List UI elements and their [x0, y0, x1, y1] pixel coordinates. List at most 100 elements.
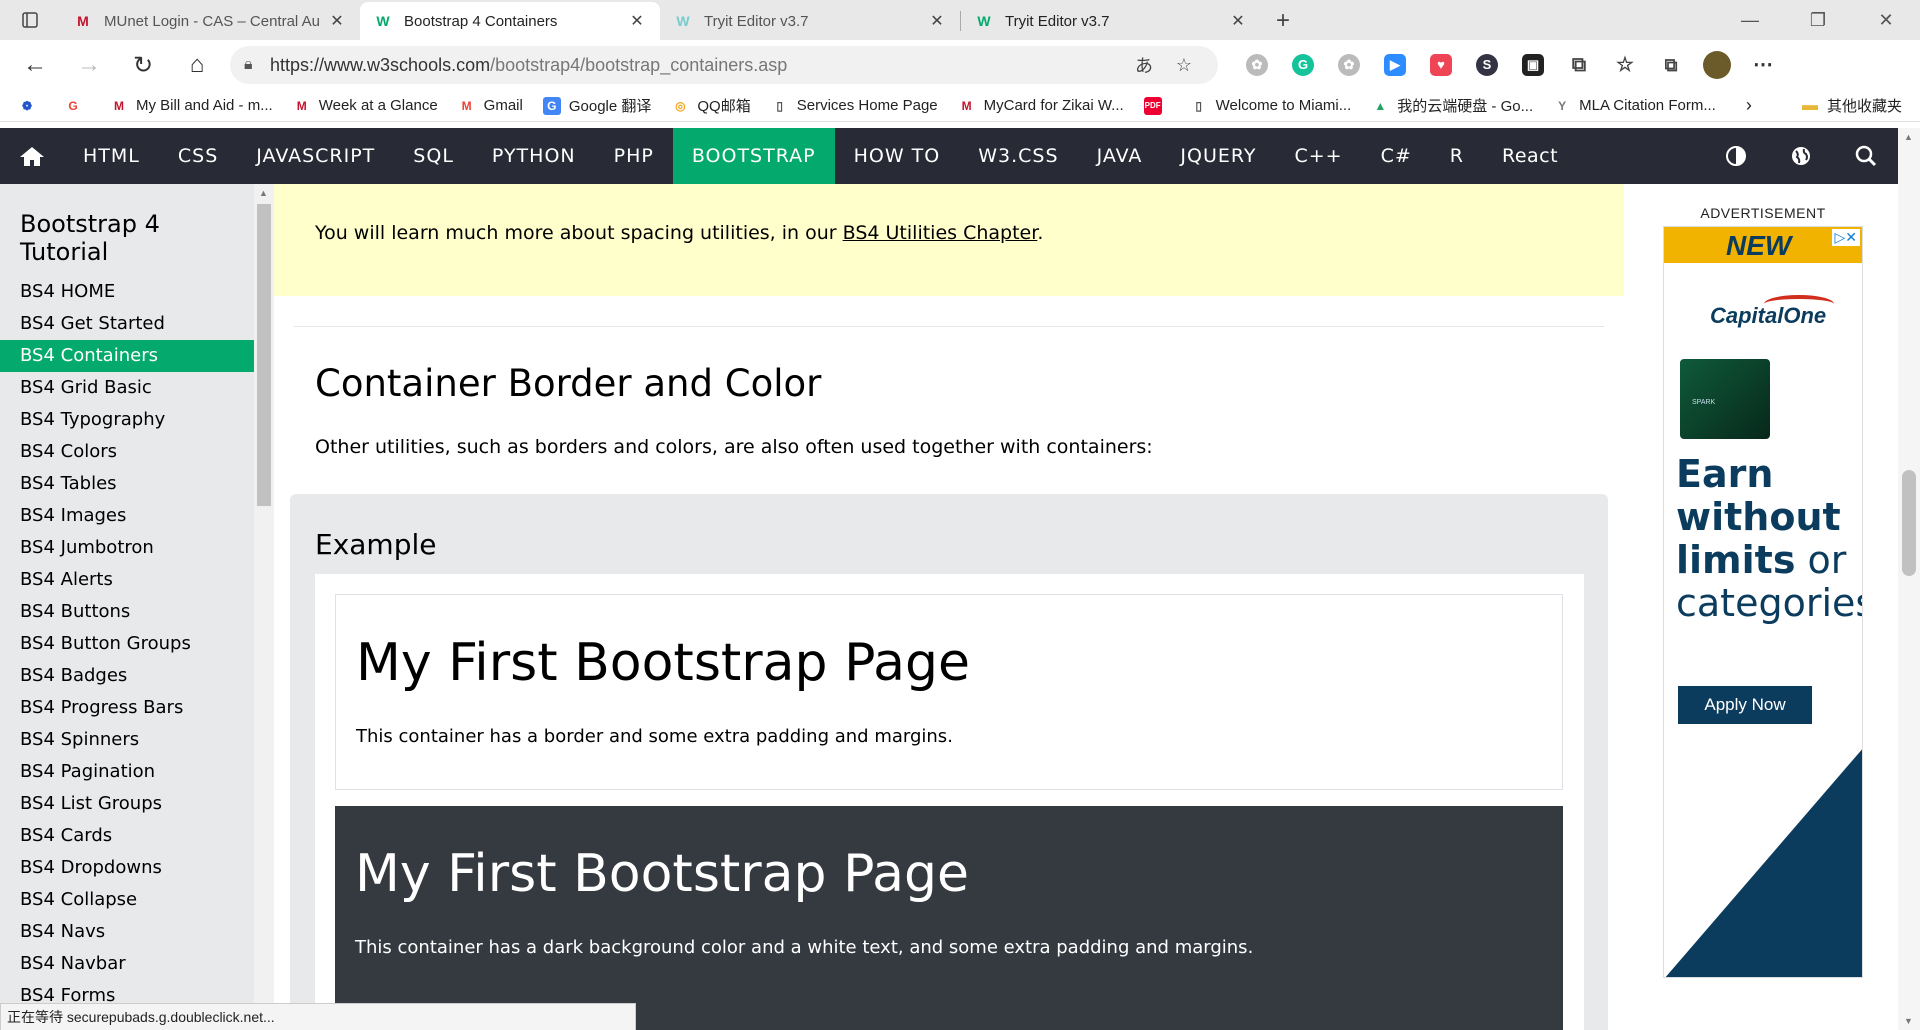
sidebar-item-bs4-jumbotron[interactable]: BS4 Jumbotron [0, 532, 254, 564]
sidebar-item-bs4-badges[interactable]: BS4 Badges [0, 660, 254, 692]
page-scrollbar[interactable]: ▲ ▼ [1898, 128, 1920, 1030]
more-menu-icon[interactable]: ⋯ [1740, 45, 1786, 85]
profile-avatar[interactable] [1694, 45, 1740, 85]
bookmark-item[interactable]: M Gmail [458, 97, 523, 115]
scroll-down-icon[interactable]: ▼ [1904, 1016, 1913, 1026]
adchoices-icon[interactable]: ▷✕ [1831, 229, 1860, 246]
read-aloud-icon[interactable]: あ [1124, 52, 1164, 78]
sidebar-item-bs4-pagination[interactable]: BS4 Pagination [0, 756, 254, 788]
topnav-css[interactable]: CSS [159, 128, 237, 184]
bookmark-item[interactable]: PDF [1143, 96, 1170, 115]
bookmark-item[interactable]: ▯ Welcome to Miami... [1190, 97, 1351, 115]
bs4-utilities-link[interactable]: BS4 Utilities Chapter [843, 222, 1038, 244]
topnav-cpp[interactable]: C++ [1275, 128, 1361, 184]
bookmark-item[interactable]: M Week at a Glance [293, 97, 438, 115]
extension-icon[interactable]: ♥ [1418, 45, 1464, 85]
sidebar-item-bs4-collapse[interactable]: BS4 Collapse [0, 884, 254, 916]
sidebar-item-bs4-images[interactable]: BS4 Images [0, 500, 254, 532]
bookmark-item[interactable]: ▲ 我的云端硬盘 - Go... [1371, 95, 1533, 116]
close-icon[interactable]: ✕ [928, 11, 946, 31]
close-icon[interactable]: ✕ [1229, 11, 1247, 31]
bookmark-google[interactable]: G [64, 97, 90, 115]
other-favorites-folder[interactable]: ▬ 其他收藏夹 [1801, 95, 1902, 116]
sidebar-item-bs4-typography[interactable]: BS4 Typography [0, 404, 254, 436]
topnav-javascript[interactable]: JAVASCRIPT [237, 128, 394, 184]
tab-actions-button[interactable] [0, 0, 60, 40]
capital-one-ad[interactable]: NEW ▷✕ CapitalOne SPARK Earn without lim… [1663, 226, 1863, 978]
sidebar-item-bs4-buttons[interactable]: BS4 Buttons [0, 596, 254, 628]
sidebar-item-bs4-spinners[interactable]: BS4 Spinners [0, 724, 254, 756]
sidebar-item-bs4-cards[interactable]: BS4 Cards [0, 820, 254, 852]
home-button[interactable]: ⌂ [170, 45, 224, 85]
extension-icon[interactable]: ▣ [1510, 45, 1556, 85]
extension-icon[interactable]: ✿ [1326, 45, 1372, 85]
sidebar-item-bs4-alerts[interactable]: BS4 Alerts [0, 564, 254, 596]
topnav-java[interactable]: JAVA [1078, 128, 1162, 184]
topnav-react[interactable]: React [1483, 128, 1577, 184]
bookmark-paw[interactable]: ❁ [18, 97, 44, 115]
refresh-button[interactable]: ↻ [116, 45, 170, 85]
url-text[interactable]: https://www.w3schools.com/bootstrap4/boo… [270, 55, 1124, 76]
dark-mode-toggle[interactable] [1703, 128, 1768, 184]
sidebar-item-bs4-home[interactable]: BS4 HOME [0, 276, 254, 308]
tab-tryit-1[interactable]: W Tryit Editor v3.7 ✕ [660, 2, 960, 40]
favorites-icon[interactable]: ☆ [1602, 45, 1648, 85]
bookmark-item[interactable]: M MyCard for Zikai W... [958, 97, 1124, 115]
sidebar-item-bs4-forms[interactable]: BS4 Forms [0, 980, 254, 1004]
extensions-puzzle-icon[interactable]: ⧉ [1556, 45, 1602, 85]
bookmark-item[interactable]: G Google 翻译 [542, 95, 651, 116]
sidebar-item-bs4-navbar[interactable]: BS4 Navbar [0, 948, 254, 980]
collections-icon[interactable]: ⧉ [1648, 45, 1694, 85]
scroll-up-icon[interactable]: ▲ [259, 188, 268, 198]
sidebar-item-bs4-button-groups[interactable]: BS4 Button Groups [0, 628, 254, 660]
tab-munet[interactable]: M MUnet Login - CAS – Central Au ✕ [60, 2, 360, 40]
sidebar-scrollbar-thumb[interactable] [257, 204, 271, 506]
sidebar-item-bs4-tables[interactable]: BS4 Tables [0, 468, 254, 500]
bookmark-item[interactable]: ◎ QQ邮箱 [671, 95, 751, 116]
scroll-up-icon[interactable]: ▲ [1904, 132, 1913, 142]
sidebar-item-bs4-colors[interactable]: BS4 Colors [0, 436, 254, 468]
sidebar-item-bs4-dropdowns[interactable]: BS4 Dropdowns [0, 852, 254, 884]
favorite-star-icon[interactable]: ☆ [1164, 55, 1204, 76]
close-icon[interactable]: ✕ [628, 11, 646, 31]
sidebar-item-bs4-navs[interactable]: BS4 Navs [0, 916, 254, 948]
sidebar-item-bs4-grid-basic[interactable]: BS4 Grid Basic [0, 372, 254, 404]
topnav-csharp[interactable]: C# [1362, 128, 1431, 184]
sidebar-item-bs4-get-started[interactable]: BS4 Get Started [0, 308, 254, 340]
sidebar-item-bs4-progress-bars[interactable]: BS4 Progress Bars [0, 692, 254, 724]
close-icon[interactable]: ✕ [328, 11, 346, 31]
topnav-howto[interactable]: HOW TO [835, 128, 960, 184]
back-button[interactable]: ← [8, 45, 62, 85]
topnav-php[interactable]: PHP [595, 128, 673, 184]
apply-now-button[interactable]: Apply Now [1678, 686, 1812, 724]
topnav-html[interactable]: HTML [64, 128, 159, 184]
extension-icon[interactable]: ✿ [1234, 45, 1280, 85]
bookmark-item[interactable]: Y MLA Citation Form... [1553, 97, 1716, 115]
restore-icon[interactable]: ❐ [1784, 10, 1852, 31]
topnav-r[interactable]: R [1431, 128, 1483, 184]
topnav-w3css[interactable]: W3.CSS [959, 128, 1077, 184]
topnav-bootstrap[interactable]: BOOTSTRAP [672, 128, 835, 184]
topnav-jquery[interactable]: JQUERY [1161, 128, 1275, 184]
page-scrollbar-thumb[interactable] [1902, 470, 1916, 576]
topnav-sql[interactable]: SQL [394, 128, 473, 184]
address-bar[interactable]: 🔒︎ https://www.w3schools.com/bootstrap4/… [230, 46, 1218, 84]
window-close-icon[interactable]: ✕ [1852, 10, 1920, 31]
sidebar-scrollbar[interactable]: ▲ [254, 184, 274, 1030]
lock-icon[interactable]: 🔒︎ [244, 56, 270, 74]
search-button[interactable] [1833, 128, 1898, 184]
tab-bootstrap-containers[interactable]: W Bootstrap 4 Containers ✕ [360, 2, 660, 40]
sidebar-item-bs4-containers[interactable]: BS4 Containers [0, 340, 254, 372]
zoom-icon[interactable]: ▶ [1372, 45, 1418, 85]
home-button[interactable] [0, 128, 64, 184]
language-button[interactable] [1768, 128, 1833, 184]
tab-tryit-2[interactable]: W Tryit Editor v3.7 ✕ [961, 2, 1261, 40]
sidebar-item-bs4-list-groups[interactable]: BS4 List Groups [0, 788, 254, 820]
new-tab-button[interactable]: + [1261, 2, 1305, 40]
topnav-python[interactable]: PYTHON [473, 128, 595, 184]
bookmark-item[interactable]: M My Bill and Aid - m... [110, 97, 273, 115]
minimize-icon[interactable]: — [1716, 10, 1784, 31]
forward-button[interactable]: → [62, 45, 116, 85]
bookmarks-overflow-button[interactable]: › [1746, 95, 1752, 116]
grammarly-icon[interactable]: G [1280, 45, 1326, 85]
